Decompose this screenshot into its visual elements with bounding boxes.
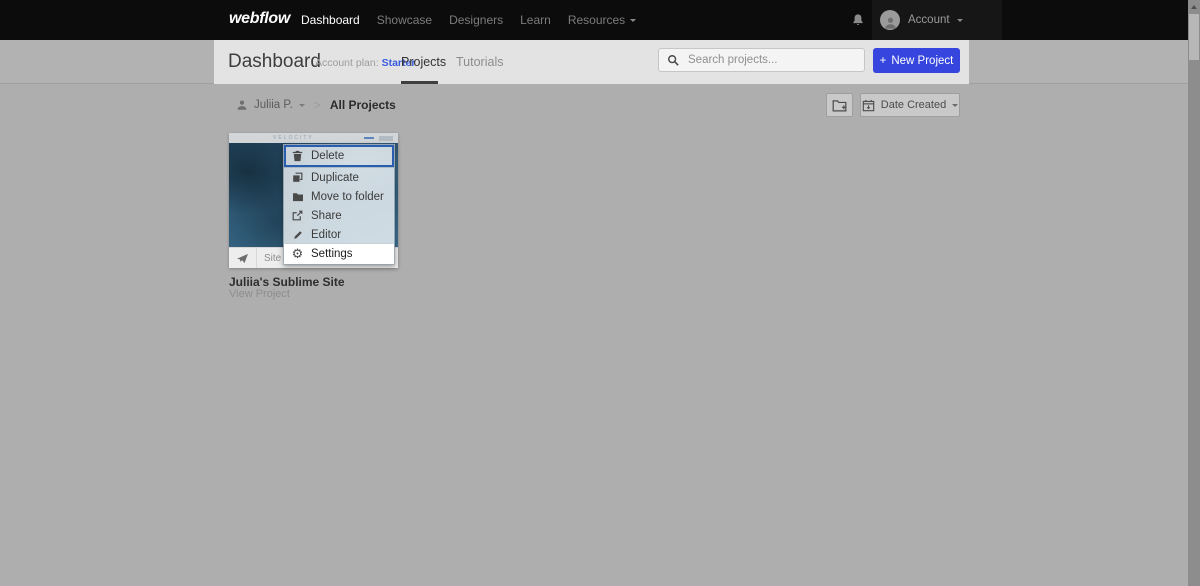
new-folder-button[interactable]: [826, 93, 853, 117]
duplicate-icon: [291, 172, 304, 183]
menu-item-move-to-folder[interactable]: Move to folder: [284, 187, 394, 206]
top-navbar: webflow Dashboard Showcase Designers Lea…: [0, 0, 1188, 40]
chevron-down-icon: [952, 104, 958, 107]
menu-item-label: Settings: [311, 248, 353, 260]
active-tab-underline: [401, 81, 438, 84]
plus-icon: +: [880, 55, 887, 67]
menu-item-duplicate[interactable]: Duplicate: [284, 168, 394, 187]
scrollbar-up-arrow-icon[interactable]: [1191, 5, 1197, 9]
search-input[interactable]: [686, 53, 850, 67]
page-title: Dashboard: [228, 51, 321, 73]
webflow-logo[interactable]: webflow: [229, 10, 290, 28]
tab-projects[interactable]: Projects: [401, 55, 446, 69]
search-icon: [667, 54, 679, 66]
top-nav-menu: Dashboard Showcase Designers Learn Resou…: [301, 0, 636, 40]
chevron-down-icon: [630, 19, 636, 22]
site-preview-brand: VELOCITY: [273, 135, 314, 141]
view-project-link[interactable]: View Project: [229, 288, 290, 300]
nav-item-resources-label: Resources: [568, 13, 625, 27]
breadcrumb: Juliia P. > All Projects: [236, 98, 396, 112]
breadcrumb-user-label: Juliia P.: [254, 99, 293, 111]
site-preview-nav-button: [379, 136, 393, 141]
share-icon: [291, 210, 304, 221]
menu-item-label: Duplicate: [311, 172, 359, 184]
sort-label: Date Created: [881, 99, 946, 111]
trash-icon: [291, 150, 304, 162]
nav-item-resources[interactable]: Resources: [568, 13, 636, 27]
folder-plus-icon: [832, 99, 847, 112]
menu-item-share[interactable]: Share: [284, 206, 394, 225]
vertical-scrollbar[interactable]: [1188, 0, 1200, 586]
chevron-down-icon: [957, 19, 963, 22]
notifications-bell-icon[interactable]: [851, 13, 865, 32]
project-title: Juliia's Sublime Site: [229, 275, 345, 289]
scrollbar-thumb[interactable]: [1189, 14, 1199, 60]
nav-item-learn[interactable]: Learn: [520, 13, 551, 27]
site-preview-header: VELOCITY: [229, 133, 398, 143]
breadcrumb-all-projects[interactable]: All Projects: [330, 98, 396, 112]
project-context-menu: Delete Duplicate Move to folder: [283, 144, 395, 265]
chevron-down-icon: [299, 104, 305, 107]
menu-item-label: Share: [311, 210, 342, 222]
breadcrumb-separator: >: [314, 98, 321, 112]
publish-status-button[interactable]: [229, 248, 257, 268]
nav-item-designers[interactable]: Designers: [449, 13, 503, 27]
account-menu[interactable]: Account: [872, 0, 1002, 40]
menu-item-settings[interactable]: ⚙ Settings: [284, 244, 394, 264]
pencil-icon: [291, 230, 304, 240]
webflow-dashboard-page: webflow Dashboard Showcase Designers Lea…: [0, 0, 1200, 586]
menu-item-editor[interactable]: Editor: [284, 225, 394, 244]
calendar-icon: [862, 99, 875, 112]
sort-date-created-dropdown[interactable]: Date Created: [860, 93, 960, 117]
menu-item-label: Delete: [311, 150, 344, 162]
nav-item-showcase[interactable]: Showcase: [377, 13, 432, 27]
account-label: Account: [908, 14, 950, 26]
paper-plane-icon: [236, 253, 249, 264]
person-icon: [236, 99, 248, 111]
menu-item-label: Editor: [311, 229, 341, 241]
avatar: [880, 10, 900, 30]
folder-icon: [291, 192, 304, 202]
account-plan-label: Account plan:: [315, 57, 379, 69]
tab-tutorials[interactable]: Tutorials: [456, 55, 503, 69]
search-box: [658, 48, 865, 72]
gear-icon: ⚙: [291, 248, 304, 261]
new-project-label: New Project: [891, 55, 953, 67]
menu-item-delete[interactable]: Delete: [284, 145, 394, 168]
nav-item-dashboard[interactable]: Dashboard: [301, 13, 360, 27]
site-preview-nav-link: [364, 137, 374, 139]
menu-item-label: Move to folder: [311, 191, 384, 203]
new-project-button[interactable]: + New Project: [873, 48, 960, 73]
breadcrumb-user-dropdown[interactable]: Juliia P.: [236, 99, 305, 111]
